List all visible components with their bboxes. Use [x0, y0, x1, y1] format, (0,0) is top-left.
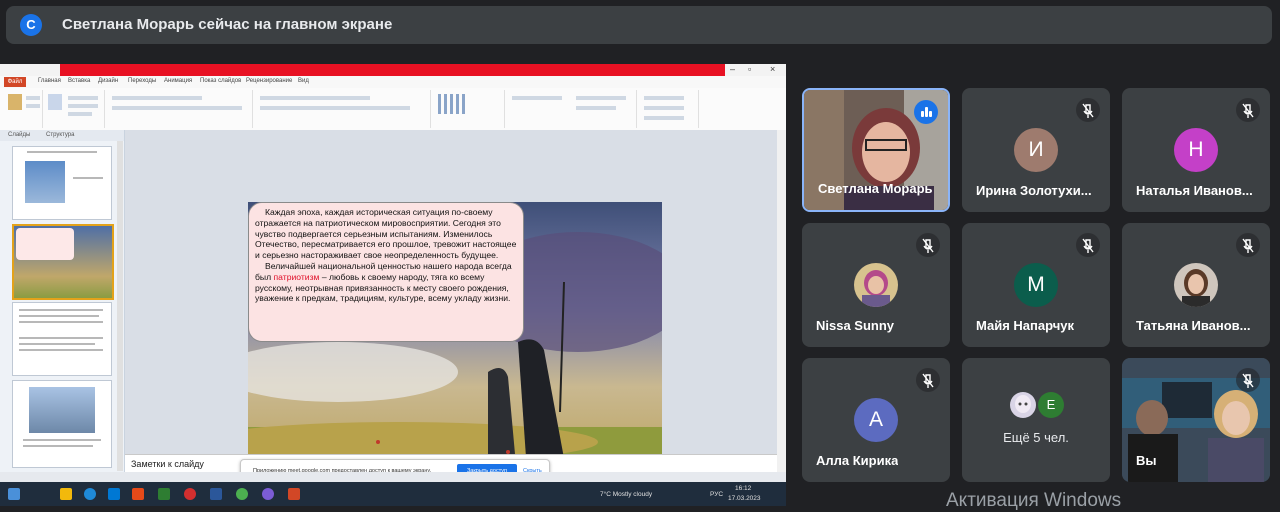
yandex-icon[interactable] [184, 488, 196, 500]
app-icon[interactable] [132, 488, 144, 500]
participant-name: Светлана Морарь [818, 181, 933, 196]
viber-icon[interactable] [262, 488, 274, 500]
weather-text[interactable]: 7°C Mostly cloudy [600, 491, 652, 498]
tab-animation[interactable]: Анимация [164, 78, 192, 84]
mic-off-icon [1236, 98, 1260, 122]
mic-off-icon [1236, 233, 1260, 257]
windows-activation-watermark: Активация Windows [946, 490, 1122, 511]
participant-tile[interactable]: Nissa Sunny [802, 223, 950, 347]
participant-tile[interactable]: Татьяна Иванов... [1122, 223, 1270, 347]
tab-home[interactable]: Главная [38, 78, 61, 84]
ribbon-tabs: Файл Главная Вставка Дизайн Переходы Ани… [0, 76, 786, 88]
tab-file[interactable]: Файл [4, 77, 26, 87]
slide-edit-area[interactable]: Каждая эпоха, каждая историческая ситуац… [125, 130, 777, 506]
slide-paragraph-1: Каждая эпоха, каждая историческая ситуац… [255, 207, 517, 261]
tab-view[interactable]: Вид [298, 78, 309, 84]
paste-icon[interactable] [8, 94, 22, 110]
paragraph-group [254, 90, 431, 128]
participant-tile-self[interactable]: Вы [1122, 358, 1270, 482]
new-slide-icon[interactable] [48, 94, 62, 110]
slides-panel-tabs: Слайды Структура [0, 130, 124, 141]
participant-name: Nissa Sunny [816, 318, 895, 333]
shared-screen[interactable]: – ▫ × Файл Главная Вставка Дизайн Перехо… [0, 64, 786, 506]
more-participants-tile[interactable]: Е Ещё 5 чел. [962, 358, 1110, 482]
participant-name: Наталья Иванов... [1136, 183, 1253, 198]
ppt-title-highlight [60, 64, 725, 76]
slide-thumbnail-current[interactable] [12, 224, 114, 300]
language-indicator[interactable]: РУС [710, 491, 723, 498]
ribbon [0, 88, 786, 131]
more-participants-label: Ещё 5 чел. [1003, 430, 1069, 445]
slide-textbox[interactable]: Каждая эпоха, каждая историческая ситуац… [248, 202, 524, 342]
slide-paragraph-2: Величайшей национальной ценностью нашего… [255, 260, 512, 304]
start-icon[interactable] [8, 488, 20, 500]
shapes-icon[interactable] [438, 94, 468, 114]
participant-name: Татьяна Иванов... [1136, 318, 1251, 333]
participant-photo [854, 263, 898, 307]
presenter-avatar: С [20, 14, 42, 36]
tab-slides[interactable]: Слайды [8, 132, 30, 138]
slide-thumbnail[interactable] [12, 146, 112, 220]
arrange-group [506, 90, 637, 128]
participant-name: Майя Напарчук [976, 318, 1075, 333]
highlight-word: патриотизм [273, 271, 320, 282]
mic-off-icon [1236, 368, 1260, 392]
participant-avatar: М [1014, 263, 1058, 307]
mic-off-icon [1076, 233, 1100, 257]
participant-name: Алла Кирика [816, 453, 899, 468]
tab-insert[interactable]: Вставка [68, 78, 90, 84]
maximize-icon[interactable]: ▫ [748, 64, 751, 74]
slides-scrollbar[interactable] [117, 141, 123, 471]
presenting-banner: С Светлана Морарь сейчас на главном экра… [6, 6, 1272, 44]
mic-off-icon [916, 368, 940, 392]
ppt-statusbar [0, 472, 786, 482]
participant-name: Ирина Золотухи... [976, 183, 1092, 198]
close-icon[interactable]: × [770, 64, 775, 74]
slides-group [44, 90, 105, 128]
clock-date: 17.03.2023 [728, 495, 761, 502]
participant-avatar: А [854, 398, 898, 442]
presenting-title: Светлана Морарь сейчас на главном экране [62, 16, 393, 33]
clock-time: 16:12 [735, 485, 752, 492]
word-icon[interactable] [210, 488, 222, 500]
tab-outline[interactable]: Структура [46, 132, 74, 138]
tab-transitions[interactable]: Переходы [128, 78, 156, 84]
tab-design[interactable]: Дизайн [98, 78, 118, 84]
windows-taskbar: 7°C Mostly cloudy РУС 16:12 17.03.2023 [0, 482, 786, 506]
tab-slideshow[interactable]: Показ слайдов [200, 78, 241, 84]
mic-off-icon [916, 233, 940, 257]
store-icon[interactable] [108, 488, 120, 500]
minimize-icon[interactable]: – [730, 64, 735, 74]
participant-avatar: И [1014, 128, 1058, 172]
slides-panel: Слайды Структура [0, 130, 125, 480]
participant-tile[interactable]: М Майя Напарчук [962, 223, 1110, 347]
participant-photo [1174, 263, 1218, 307]
powerpoint-icon[interactable] [288, 488, 300, 500]
slide-thumbnail[interactable] [12, 380, 112, 468]
edit-scrollbar[interactable] [777, 130, 786, 506]
font-group [106, 90, 253, 128]
speaking-indicator-icon [914, 100, 938, 124]
chrome-icon[interactable] [236, 488, 248, 500]
participant-tile[interactable]: А Алла Кирика [802, 358, 950, 482]
participant-photo [1010, 392, 1036, 418]
edge-icon[interactable] [84, 488, 96, 500]
mic-off-icon [1076, 98, 1100, 122]
slide-thumbnail[interactable] [12, 302, 112, 376]
participant-avatar: Н [1174, 128, 1218, 172]
explorer-icon[interactable] [60, 488, 72, 500]
drawing-group [432, 90, 505, 128]
participant-tile[interactable]: Н Наталья Иванов... [1122, 88, 1270, 212]
notes-placeholder: Заметки к слайду [131, 459, 204, 469]
clipboard-group [2, 90, 43, 128]
participant-name: Вы [1136, 453, 1157, 468]
tab-review[interactable]: Рецензирование [246, 78, 292, 84]
ppt-titlebar: – ▫ × [0, 64, 786, 76]
participant-tile[interactable]: И Ирина Золотухи... [962, 88, 1110, 212]
editing-group [638, 90, 699, 128]
participant-avatar: Е [1038, 392, 1064, 418]
participant-tile-svetlana[interactable]: Светлана Морарь [802, 88, 950, 212]
app-icon[interactable] [158, 488, 170, 500]
